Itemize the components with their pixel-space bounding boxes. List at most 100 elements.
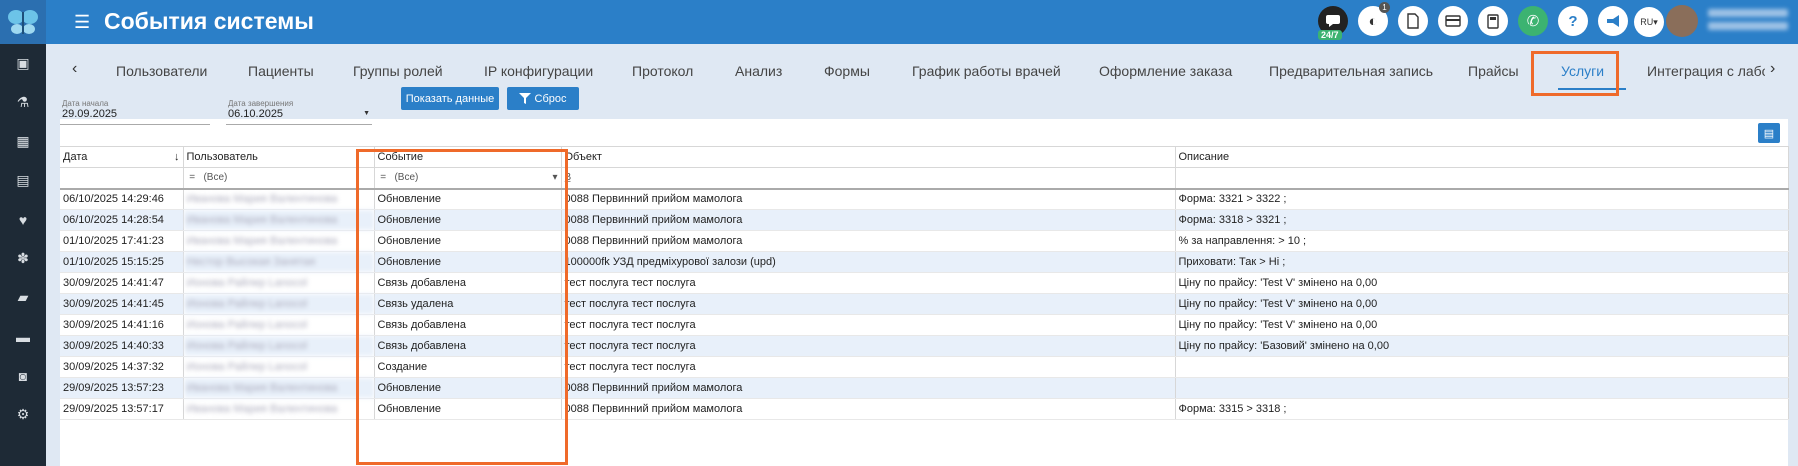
document-icon[interactable]: ▤ xyxy=(0,161,46,200)
tab-role-groups[interactable]: Группы ролей xyxy=(353,63,443,79)
tab-protocol[interactable]: Протокол xyxy=(632,63,693,79)
cell-event: Обновление xyxy=(374,377,562,399)
cell-event: Связь добавлена xyxy=(374,335,562,357)
money-icon[interactable]: ◙ xyxy=(0,356,46,395)
table-row[interactable]: 01/10/2025 17:41:23 Иванова Мария Валенти… xyxy=(60,230,1789,252)
filter-operator: = xyxy=(380,172,387,184)
table-row[interactable]: 06/10/2025 14:29:46 Иванова Мария Валенти… xyxy=(60,188,1789,210)
avatar[interactable] xyxy=(1666,5,1698,37)
settings-icon[interactable]: ⚙ xyxy=(0,395,46,434)
table-row[interactable]: 06/10/2025 14:28:54 Иванова Мария Валенти… xyxy=(60,209,1789,231)
voice-icon[interactable]: ◐ 1 xyxy=(1358,2,1390,36)
cell-description: Ціну по прайсу: 'Test V' змінено на 0,00 xyxy=(1175,314,1789,336)
cell-date: 29/09/2025 13:57:17 xyxy=(60,398,184,420)
table-row[interactable]: 30/09/2025 14:41:16 Ионова Райлер Lanocol… xyxy=(60,314,1789,336)
pdf-icon[interactable] xyxy=(1398,6,1428,36)
cell-event: Обновление xyxy=(374,398,562,420)
table-row[interactable]: 30/09/2025 14:40:33 Ионова Райлер Lanocol… xyxy=(60,335,1789,357)
cell-user: Иванова Мария Валентинова xyxy=(183,398,375,420)
cell-date: 30/09/2025 14:41:45 xyxy=(60,293,184,315)
cell-user: Ионова Райлер Lanocol xyxy=(183,314,375,336)
book-icon[interactable]: ▰ xyxy=(0,278,46,317)
tabs-prev-icon[interactable]: ‹ xyxy=(72,60,77,78)
tab-checkout[interactable]: Оформление заказа xyxy=(1099,63,1232,79)
column-description[interactable]: Описание xyxy=(1175,146,1789,168)
cell-description xyxy=(1175,377,1789,399)
show-data-button[interactable]: Показать данные xyxy=(401,87,499,110)
column-event[interactable]: Событие xyxy=(374,146,562,168)
tabs-next-icon[interactable]: › xyxy=(1770,60,1775,78)
help-icon[interactable]: ? xyxy=(1558,6,1588,36)
cell-user: Иванова Мария Валентинова xyxy=(183,209,375,231)
cell-description: Форма: 3315 > 3318 ; xyxy=(1175,398,1789,420)
filter-event[interactable]: = (Все) ▾ xyxy=(374,167,562,190)
filter-description[interactable] xyxy=(1175,167,1789,190)
filter-operator: = xyxy=(189,172,196,184)
cell-description: Ціну по прайсу: 'Test V' змінено на 0,00 xyxy=(1175,272,1789,294)
logo[interactable] xyxy=(0,0,46,44)
megaphone-icon[interactable] xyxy=(1598,6,1628,36)
table-row[interactable]: 01/10/2025 15:15:25 Нестор Высокая Занята… xyxy=(60,251,1789,273)
tab-price-lists[interactable]: Прайсы xyxy=(1468,63,1519,79)
tab-lab-integration[interactable]: Интеграция с лабо xyxy=(1647,63,1765,79)
filter-user[interactable]: = (Все) xyxy=(183,167,375,190)
language-select[interactable]: RU ▾ xyxy=(1634,7,1664,37)
highlight-services-tab xyxy=(1531,51,1619,96)
cell-date: 30/09/2025 14:40:33 xyxy=(60,335,184,357)
cell-event: Обновление xyxy=(374,188,562,210)
cell-user: Ионова Райлер Lanocol xyxy=(183,356,375,378)
table-row[interactable]: 30/09/2025 14:41:45 Ионова Райлер Lanocol… xyxy=(60,293,1789,315)
id-card-icon[interactable]: ▣ xyxy=(0,44,46,83)
table-row[interactable]: 29/09/2025 13:57:23 Иванова Мария Валенти… xyxy=(60,377,1789,399)
table-row[interactable]: 29/09/2025 13:57:17 Иванова Мария Валенти… xyxy=(60,398,1789,420)
table-row[interactable]: 30/09/2025 14:37:32 Ионова Райлер Lanocol… xyxy=(60,356,1789,378)
export-button[interactable]: ▤ xyxy=(1758,123,1780,143)
cell-object: тест послуга тест послуга xyxy=(561,335,1176,357)
gears-icon[interactable]: ✽ xyxy=(0,239,46,278)
events-table: Дата ↓ Пользователь Событие Объект Описан… xyxy=(60,146,1789,420)
tab-users[interactable]: Пользователи xyxy=(116,63,207,79)
cell-description xyxy=(1175,356,1789,378)
table-row[interactable]: 30/09/2025 14:41:47 Ионова Райлер Lanocol… xyxy=(60,272,1789,294)
reset-button[interactable]: Сброс xyxy=(507,87,579,110)
heart-pulse-icon[interactable]: ♥ xyxy=(0,200,46,239)
cell-user: Ионова Райлер Lanocol xyxy=(183,293,375,315)
cell-date: 30/09/2025 14:37:32 xyxy=(60,356,184,378)
sidebar: ▣ ⚗ ▦ ▤ ♥ ✽ ▰ ▬ ◙ ⚙ xyxy=(0,44,46,466)
chat-icon[interactable]: 24/7 xyxy=(1318,6,1348,40)
tab-ip-config[interactable]: IP конфигурации xyxy=(484,63,593,79)
phone-icon[interactable]: ✆ xyxy=(1518,6,1548,36)
user-name-blurred[interactable] xyxy=(1708,9,1788,35)
cell-object: тест послуга тест послуга xyxy=(561,293,1176,315)
calculator-icon[interactable] xyxy=(1478,6,1508,36)
cell-object: тест послуга тест послуга xyxy=(561,356,1176,378)
cell-user: Иванова Мария Валентинова xyxy=(183,188,375,210)
cell-object: тест послуга тест послуга xyxy=(561,272,1176,294)
tab-pre-booking[interactable]: Предварительная запись xyxy=(1269,63,1433,79)
start-date-label: Дата начала xyxy=(62,99,109,108)
tab-doctor-schedule[interactable]: График работы врачей xyxy=(912,63,1061,79)
column-object[interactable]: Объект xyxy=(561,146,1176,168)
tab-bar: ‹ Пользователи Пациенты Группы ролей IP … xyxy=(46,44,1798,97)
card-icon[interactable] xyxy=(1438,6,1468,36)
filter-date[interactable] xyxy=(60,167,184,190)
cell-user: Ионова Райлер Lanocol xyxy=(183,272,375,294)
end-date-field[interactable]: Дата завершения 06.10.2025 ▼ xyxy=(226,99,372,125)
tab-forms[interactable]: Формы xyxy=(824,63,870,79)
column-date[interactable]: Дата ↓ xyxy=(60,146,184,168)
flask-icon[interactable]: ⚗ xyxy=(0,83,46,122)
folder-icon[interactable]: ▬ xyxy=(0,317,46,356)
filter-object[interactable]: B̲ xyxy=(561,167,1176,190)
cell-event: Связь удалена xyxy=(374,293,562,315)
tab-analysis[interactable]: Анализ xyxy=(735,63,782,79)
calendar-icon[interactable]: ▦ xyxy=(0,122,46,161)
column-label: Дата xyxy=(63,151,88,163)
column-user[interactable]: Пользователь xyxy=(183,146,375,168)
start-date-field[interactable]: Дата начала 29.09.2025 xyxy=(60,99,210,125)
grid-panel: ▤ Дата ↓ Пользователь Событие Объект Опис… xyxy=(60,119,1789,466)
cell-event: Обновление xyxy=(374,230,562,252)
menu-toggle-icon[interactable]: ☰ xyxy=(74,13,90,31)
filter-value: (Все) xyxy=(203,172,228,184)
tab-patients[interactable]: Пациенты xyxy=(248,63,314,79)
cell-user: Иванова Мария Валентинова xyxy=(183,377,375,399)
